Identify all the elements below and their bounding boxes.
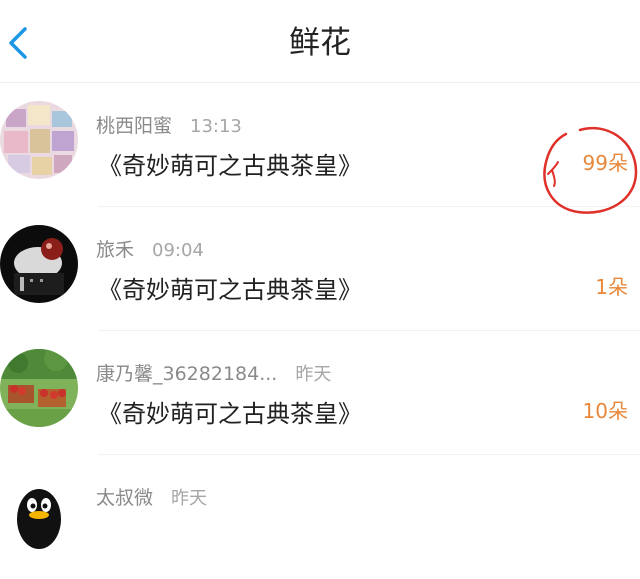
sender-name: 桃西阳蜜 — [96, 115, 173, 137]
gift-title: 《奇妙萌可之古典茶皇》 — [98, 400, 362, 428]
list-item[interactable]: 旅禾 09:04 《奇妙萌可之古典茶皇》 1朵 — [0, 207, 640, 331]
sender-name: 旅禾 — [96, 239, 135, 261]
circle-annotation — [543, 126, 638, 214]
flower-count: 1朵 — [595, 275, 628, 299]
sender-line: 旅禾 09:04 — [96, 235, 204, 262]
list-item[interactable]: 太叔微 昨天 — [0, 455, 640, 579]
gift-title: 《奇妙萌可之古典茶皇》 — [98, 152, 362, 180]
sender-line: 桃西阳蜜 13:13 — [96, 111, 242, 138]
flower-count: 10朵 — [582, 399, 628, 423]
sender-line: 太叔微 昨天 — [96, 483, 207, 510]
message-time: 13:13 — [190, 116, 242, 137]
back-button[interactable] — [4, 24, 32, 62]
message-time: 09:04 — [152, 240, 204, 261]
avatar — [0, 101, 78, 179]
chevron-left-icon — [9, 27, 27, 59]
message-time: 昨天 — [171, 488, 208, 509]
message-time: 昨天 — [295, 364, 332, 385]
gift-title: 《奇妙萌可之古典茶皇》 — [98, 276, 362, 304]
avatar — [0, 225, 78, 303]
avatar — [0, 473, 78, 551]
sender-name: 太叔微 — [96, 487, 154, 509]
page-title: 鲜花 — [289, 25, 351, 61]
list-item[interactable]: 康乃馨_36282184... 昨天 《奇妙萌可之古典茶皇》 10朵 — [0, 331, 640, 455]
avatar — [0, 349, 78, 427]
sender-line: 康乃馨_36282184... 昨天 — [96, 359, 331, 386]
sender-name: 康乃馨_36282184... — [96, 363, 278, 385]
header-bar: 鲜花 — [0, 0, 640, 83]
